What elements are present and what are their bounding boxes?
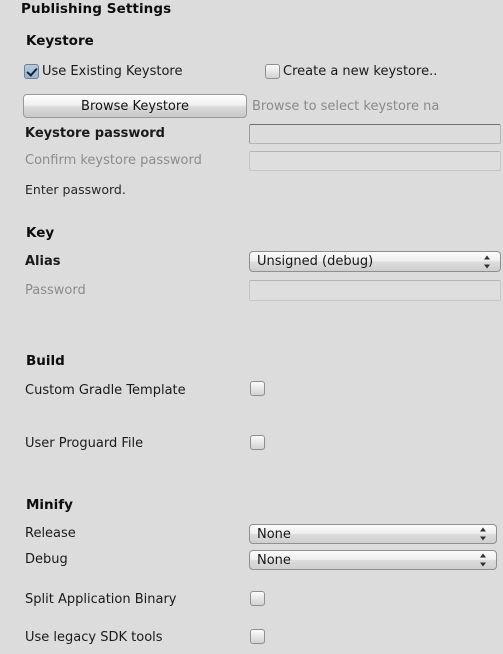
page-title: Publishing Settings: [21, 1, 172, 17]
use-existing-keystore-label: Use Existing Keystore: [42, 64, 183, 79]
chevron-updown-icon: [480, 527, 487, 541]
minify-release-label: Release: [25, 526, 76, 541]
chevron-updown-icon: [480, 553, 487, 567]
confirm-keystore-password-label: Confirm keystore password: [25, 153, 202, 168]
key-password-label: Password: [25, 283, 86, 298]
minify-release-dropdown[interactable]: None: [249, 524, 497, 544]
custom-gradle-template-label: Custom Gradle Template: [25, 383, 186, 398]
user-proguard-file-checkbox[interactable]: [250, 435, 265, 450]
key-alias-dropdown[interactable]: Unsigned (debug): [249, 251, 501, 272]
create-new-keystore-checkbox-row[interactable]: Create a new keystore..: [265, 64, 437, 79]
key-alias-value: Unsigned (debug): [257, 254, 374, 269]
minify-debug-value: None: [257, 552, 291, 568]
minify-debug-dropdown[interactable]: None: [249, 550, 497, 570]
section-header-key: Key: [26, 225, 55, 241]
confirm-keystore-password-input[interactable]: [249, 151, 501, 171]
split-application-binary-label: Split Application Binary: [25, 592, 177, 607]
browse-keystore-button-label: Browse Keystore: [81, 98, 189, 114]
user-proguard-file-label: User Proguard File: [25, 436, 144, 451]
custom-gradle-template-checkbox[interactable]: [250, 381, 265, 396]
use-existing-keystore-checkbox-row[interactable]: Use Existing Keystore: [24, 64, 183, 79]
minify-debug-label: Debug: [25, 552, 68, 567]
split-application-binary-checkbox[interactable]: [250, 591, 265, 606]
publishing-settings-panel: Publishing Settings Keystore Use Existin…: [0, 0, 503, 654]
use-legacy-sdk-tools-checkbox[interactable]: [250, 629, 265, 644]
keystore-help-text: Enter password.: [25, 182, 126, 197]
browse-keystore-button[interactable]: Browse Keystore: [23, 94, 247, 118]
minify-release-value: None: [257, 526, 291, 542]
keystore-password-input[interactable]: [249, 124, 501, 144]
section-header-keystore: Keystore: [26, 33, 94, 49]
chevron-updown-icon: [484, 255, 491, 268]
key-password-input[interactable]: [249, 280, 501, 301]
section-header-minify: Minify: [26, 497, 73, 513]
key-alias-label: Alias: [25, 254, 61, 269]
section-header-build: Build: [26, 353, 65, 369]
create-new-keystore-checkbox[interactable]: [265, 64, 280, 79]
use-existing-keystore-checkbox[interactable]: [24, 64, 39, 79]
use-legacy-sdk-tools-label: Use legacy SDK tools: [25, 630, 163, 645]
keystore-password-label: Keystore password: [25, 126, 165, 141]
create-new-keystore-label: Create a new keystore..: [283, 64, 438, 79]
browse-keystore-hint: Browse to select keystore na: [252, 99, 440, 114]
